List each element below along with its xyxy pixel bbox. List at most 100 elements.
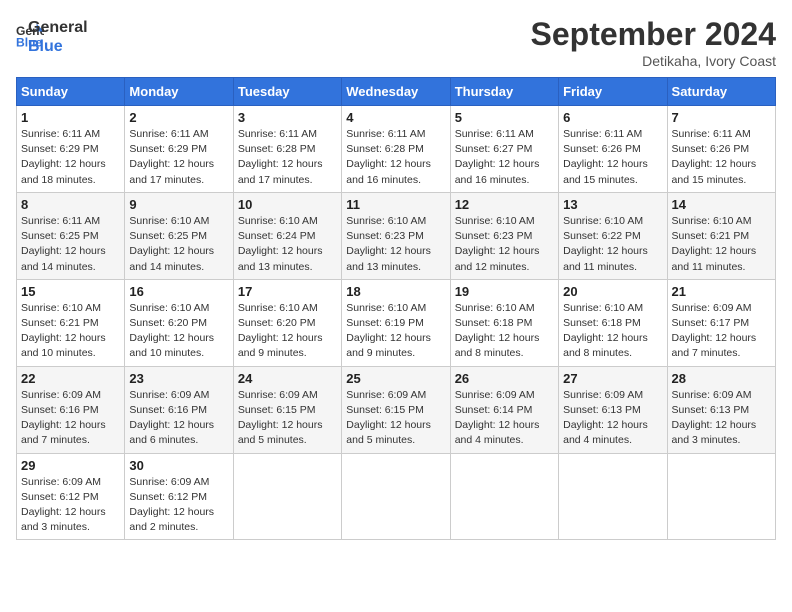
calendar-cell: 15 Sunrise: 6:10 AM Sunset: 6:21 PM Dayl… (17, 279, 125, 366)
calendar-cell: 17 Sunrise: 6:10 AM Sunset: 6:20 PM Dayl… (233, 279, 341, 366)
header-saturday: Saturday (667, 78, 775, 106)
day-info: Sunrise: 6:11 AM Sunset: 6:29 PM Dayligh… (129, 127, 228, 188)
header-tuesday: Tuesday (233, 78, 341, 106)
header-friday: Friday (559, 78, 667, 106)
calendar-cell: 28 Sunrise: 6:09 AM Sunset: 6:13 PM Dayl… (667, 366, 775, 453)
calendar-cell: 7 Sunrise: 6:11 AM Sunset: 6:26 PM Dayli… (667, 106, 775, 193)
calendar-cell: 24 Sunrise: 6:09 AM Sunset: 6:15 PM Dayl… (233, 366, 341, 453)
day-info: Sunrise: 6:11 AM Sunset: 6:26 PM Dayligh… (563, 127, 662, 188)
day-number: 5 (455, 110, 554, 125)
calendar-header: SundayMondayTuesdayWednesdayThursdayFrid… (17, 78, 776, 106)
day-info: Sunrise: 6:09 AM Sunset: 6:16 PM Dayligh… (21, 388, 120, 449)
day-info: Sunrise: 6:10 AM Sunset: 6:19 PM Dayligh… (346, 301, 445, 362)
day-info: Sunrise: 6:09 AM Sunset: 6:13 PM Dayligh… (563, 388, 662, 449)
logo-text-blue: Blue (28, 37, 88, 56)
calendar-cell: 22 Sunrise: 6:09 AM Sunset: 6:16 PM Dayl… (17, 366, 125, 453)
day-number: 15 (21, 284, 120, 299)
calendar-cell: 4 Sunrise: 6:11 AM Sunset: 6:28 PM Dayli… (342, 106, 450, 193)
header-wednesday: Wednesday (342, 78, 450, 106)
day-info: Sunrise: 6:09 AM Sunset: 6:16 PM Dayligh… (129, 388, 228, 449)
day-number: 9 (129, 197, 228, 212)
day-number: 17 (238, 284, 337, 299)
calendar-cell (233, 453, 341, 540)
day-info: Sunrise: 6:11 AM Sunset: 6:28 PM Dayligh… (346, 127, 445, 188)
day-number: 13 (563, 197, 662, 212)
calendar-cell: 25 Sunrise: 6:09 AM Sunset: 6:15 PM Dayl… (342, 366, 450, 453)
day-info: Sunrise: 6:11 AM Sunset: 6:26 PM Dayligh… (672, 127, 771, 188)
calendar-cell: 20 Sunrise: 6:10 AM Sunset: 6:18 PM Dayl… (559, 279, 667, 366)
calendar-cell: 12 Sunrise: 6:10 AM Sunset: 6:23 PM Dayl… (450, 192, 558, 279)
day-info: Sunrise: 6:10 AM Sunset: 6:18 PM Dayligh… (455, 301, 554, 362)
calendar-cell (342, 453, 450, 540)
calendar-cell: 27 Sunrise: 6:09 AM Sunset: 6:13 PM Dayl… (559, 366, 667, 453)
calendar-cell (450, 453, 558, 540)
day-info: Sunrise: 6:10 AM Sunset: 6:18 PM Dayligh… (563, 301, 662, 362)
day-info: Sunrise: 6:10 AM Sunset: 6:24 PM Dayligh… (238, 214, 337, 275)
day-info: Sunrise: 6:10 AM Sunset: 6:22 PM Dayligh… (563, 214, 662, 275)
calendar-cell: 18 Sunrise: 6:10 AM Sunset: 6:19 PM Dayl… (342, 279, 450, 366)
day-info: Sunrise: 6:10 AM Sunset: 6:25 PM Dayligh… (129, 214, 228, 275)
day-info: Sunrise: 6:09 AM Sunset: 6:12 PM Dayligh… (129, 475, 228, 536)
header-thursday: Thursday (450, 78, 558, 106)
day-number: 2 (129, 110, 228, 125)
day-number: 30 (129, 458, 228, 473)
calendar-cell: 3 Sunrise: 6:11 AM Sunset: 6:28 PM Dayli… (233, 106, 341, 193)
day-info: Sunrise: 6:10 AM Sunset: 6:21 PM Dayligh… (672, 214, 771, 275)
calendar-cell: 11 Sunrise: 6:10 AM Sunset: 6:23 PM Dayl… (342, 192, 450, 279)
calendar-cell: 29 Sunrise: 6:09 AM Sunset: 6:12 PM Dayl… (17, 453, 125, 540)
day-info: Sunrise: 6:09 AM Sunset: 6:12 PM Dayligh… (21, 475, 120, 536)
day-number: 8 (21, 197, 120, 212)
calendar-cell: 8 Sunrise: 6:11 AM Sunset: 6:25 PM Dayli… (17, 192, 125, 279)
calendar-week-1: 1 Sunrise: 6:11 AM Sunset: 6:29 PM Dayli… (17, 106, 776, 193)
day-info: Sunrise: 6:09 AM Sunset: 6:15 PM Dayligh… (238, 388, 337, 449)
day-number: 23 (129, 371, 228, 386)
day-info: Sunrise: 6:10 AM Sunset: 6:23 PM Dayligh… (455, 214, 554, 275)
calendar-cell: 23 Sunrise: 6:09 AM Sunset: 6:16 PM Dayl… (125, 366, 233, 453)
day-number: 11 (346, 197, 445, 212)
day-number: 22 (21, 371, 120, 386)
calendar-cell: 16 Sunrise: 6:10 AM Sunset: 6:20 PM Dayl… (125, 279, 233, 366)
calendar-cell: 10 Sunrise: 6:10 AM Sunset: 6:24 PM Dayl… (233, 192, 341, 279)
day-info: Sunrise: 6:10 AM Sunset: 6:23 PM Dayligh… (346, 214, 445, 275)
day-number: 26 (455, 371, 554, 386)
day-number: 19 (455, 284, 554, 299)
calendar-cell: 30 Sunrise: 6:09 AM Sunset: 6:12 PM Dayl… (125, 453, 233, 540)
day-number: 14 (672, 197, 771, 212)
header-sunday: Sunday (17, 78, 125, 106)
day-number: 4 (346, 110, 445, 125)
day-number: 3 (238, 110, 337, 125)
day-info: Sunrise: 6:10 AM Sunset: 6:20 PM Dayligh… (238, 301, 337, 362)
calendar-table: SundayMondayTuesdayWednesdayThursdayFrid… (16, 77, 776, 540)
logo-text-general: General (28, 18, 88, 37)
day-info: Sunrise: 6:09 AM Sunset: 6:14 PM Dayligh… (455, 388, 554, 449)
day-number: 21 (672, 284, 771, 299)
calendar-cell: 19 Sunrise: 6:10 AM Sunset: 6:18 PM Dayl… (450, 279, 558, 366)
title-block: September 2024 Detikaha, Ivory Coast (531, 16, 776, 69)
calendar-week-3: 15 Sunrise: 6:10 AM Sunset: 6:21 PM Dayl… (17, 279, 776, 366)
day-number: 10 (238, 197, 337, 212)
calendar-cell: 26 Sunrise: 6:09 AM Sunset: 6:14 PM Dayl… (450, 366, 558, 453)
day-info: Sunrise: 6:09 AM Sunset: 6:17 PM Dayligh… (672, 301, 771, 362)
page-header: General Blue General Blue September 2024… (16, 16, 776, 69)
calendar-cell: 1 Sunrise: 6:11 AM Sunset: 6:29 PM Dayli… (17, 106, 125, 193)
day-info: Sunrise: 6:11 AM Sunset: 6:27 PM Dayligh… (455, 127, 554, 188)
calendar-cell: 13 Sunrise: 6:10 AM Sunset: 6:22 PM Dayl… (559, 192, 667, 279)
calendar-cell (559, 453, 667, 540)
day-number: 27 (563, 371, 662, 386)
day-number: 7 (672, 110, 771, 125)
logo: General Blue General Blue (16, 16, 88, 56)
calendar-cell: 5 Sunrise: 6:11 AM Sunset: 6:27 PM Dayli… (450, 106, 558, 193)
day-info: Sunrise: 6:11 AM Sunset: 6:29 PM Dayligh… (21, 127, 120, 188)
day-info: Sunrise: 6:11 AM Sunset: 6:25 PM Dayligh… (21, 214, 120, 275)
day-number: 6 (563, 110, 662, 125)
calendar-cell: 21 Sunrise: 6:09 AM Sunset: 6:17 PM Dayl… (667, 279, 775, 366)
calendar-week-4: 22 Sunrise: 6:09 AM Sunset: 6:16 PM Dayl… (17, 366, 776, 453)
location: Detikaha, Ivory Coast (531, 53, 776, 69)
calendar-week-5: 29 Sunrise: 6:09 AM Sunset: 6:12 PM Dayl… (17, 453, 776, 540)
calendar-week-2: 8 Sunrise: 6:11 AM Sunset: 6:25 PM Dayli… (17, 192, 776, 279)
calendar-cell: 9 Sunrise: 6:10 AM Sunset: 6:25 PM Dayli… (125, 192, 233, 279)
calendar-cell: 2 Sunrise: 6:11 AM Sunset: 6:29 PM Dayli… (125, 106, 233, 193)
day-info: Sunrise: 6:09 AM Sunset: 6:15 PM Dayligh… (346, 388, 445, 449)
month-title: September 2024 (531, 16, 776, 53)
day-info: Sunrise: 6:09 AM Sunset: 6:13 PM Dayligh… (672, 388, 771, 449)
